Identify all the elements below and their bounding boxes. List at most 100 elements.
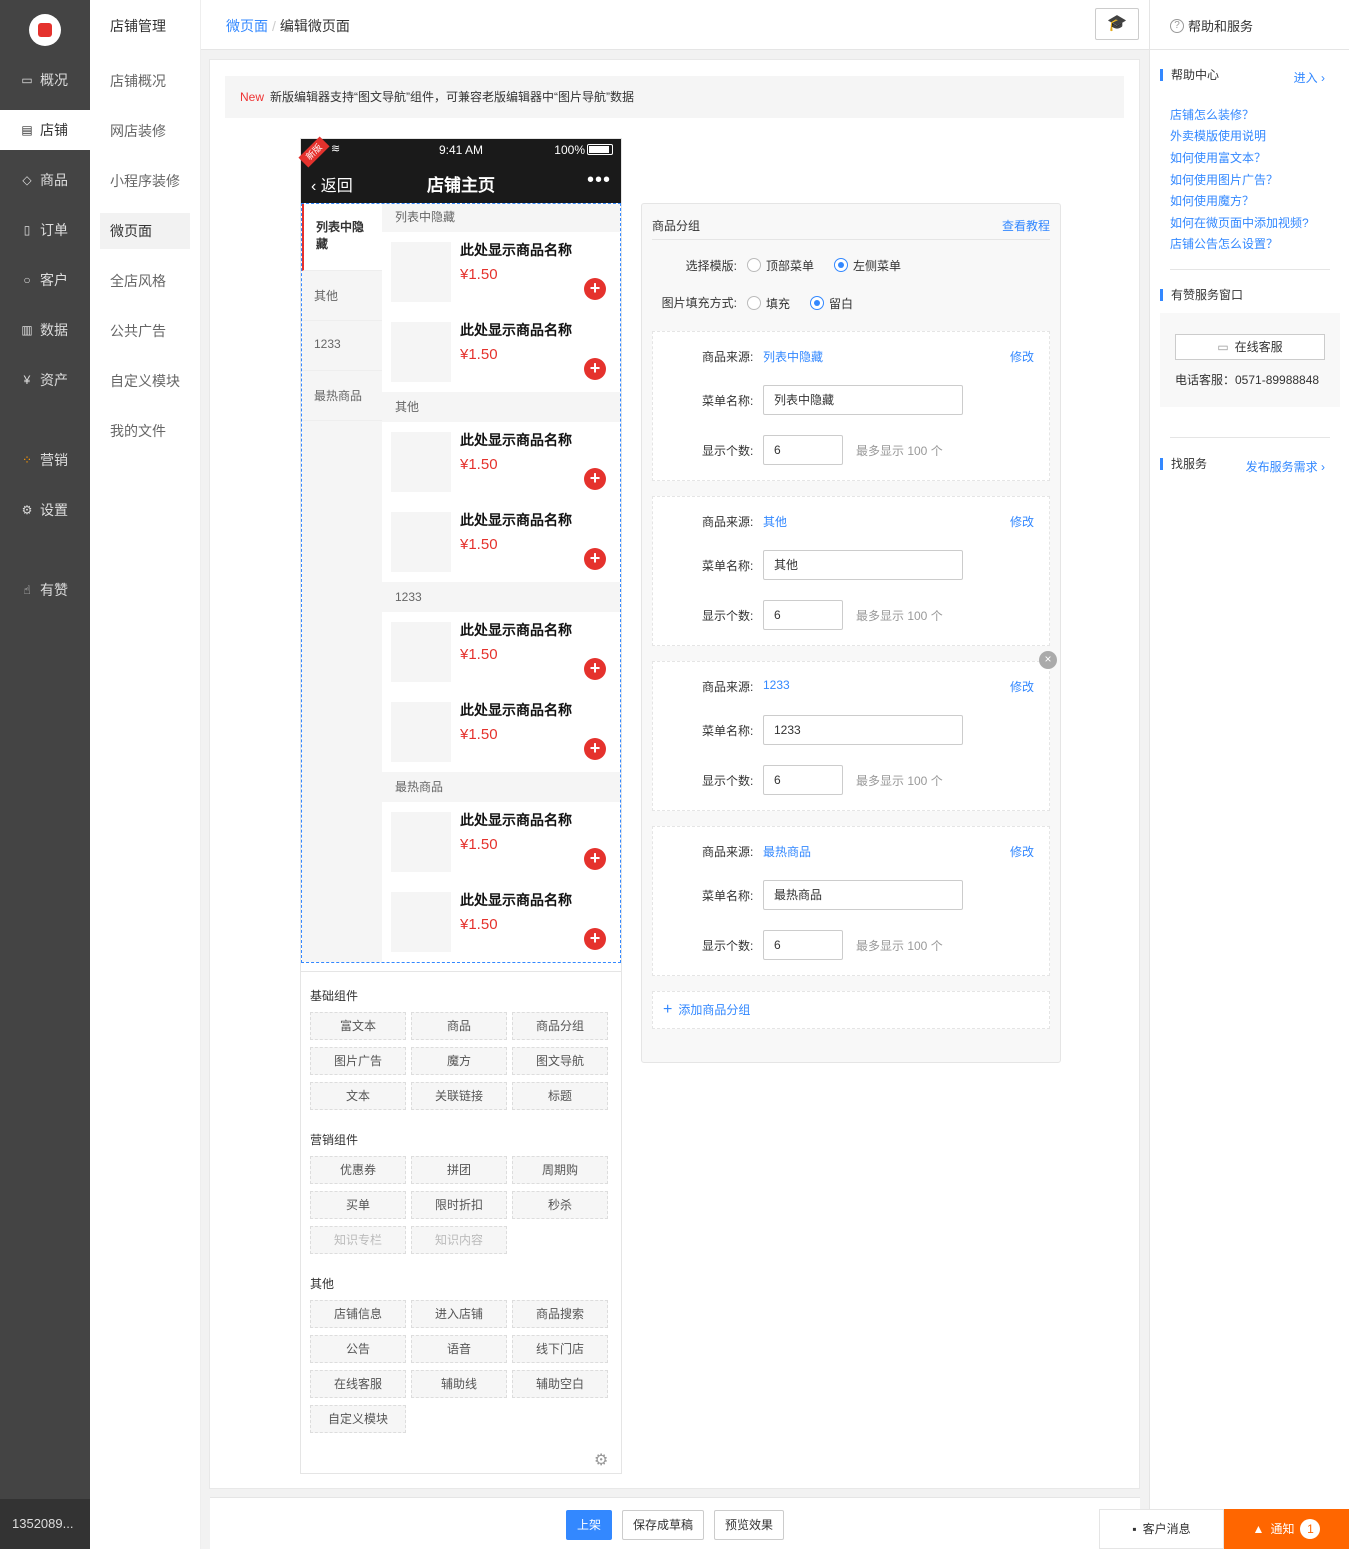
radio-fill[interactable] bbox=[747, 296, 761, 310]
product-card[interactable]: 此处显示商品名称 ¥1.50 + bbox=[382, 312, 620, 392]
sidebar-item-public-ads[interactable]: 公共广告 bbox=[100, 313, 190, 349]
edit-link[interactable]: 修改 bbox=[1010, 843, 1034, 860]
tutorial-link[interactable]: 查看教程 bbox=[1002, 217, 1050, 234]
edit-link[interactable]: 修改 bbox=[1010, 678, 1034, 695]
menu-name-input[interactable]: 1233 bbox=[763, 715, 963, 745]
nav-assets[interactable]: ¥ 资产 bbox=[0, 360, 90, 400]
help-link[interactable]: 如何在微页面中添加视频? bbox=[1170, 214, 1309, 231]
product-card[interactable]: 此处显示商品名称 ¥1.50 + bbox=[382, 692, 620, 772]
help-link[interactable]: 如何使用魔方？ bbox=[1170, 192, 1254, 209]
menu-name-input[interactable]: 其他 bbox=[763, 550, 963, 580]
sidebar-item-miniprogram[interactable]: 小程序装修 bbox=[100, 163, 190, 199]
publish-service-link[interactable]: 发布服务需求 › bbox=[1246, 458, 1325, 475]
add-to-cart-button[interactable]: + bbox=[584, 278, 606, 300]
add-group-button[interactable]: + 添加商品分组 bbox=[652, 991, 1050, 1029]
product-card[interactable]: 此处显示商品名称 ¥1.50 + bbox=[382, 612, 620, 692]
help-center-enter-link[interactable]: 进入 › bbox=[1294, 69, 1325, 86]
help-link[interactable]: 外卖模版使用说明 bbox=[1170, 127, 1266, 144]
nav-store[interactable]: ▤ 店铺 bbox=[0, 110, 90, 150]
component-button[interactable]: 商品搜索 bbox=[512, 1300, 608, 1328]
logo[interactable] bbox=[29, 14, 61, 46]
source-value[interactable]: 最热商品 bbox=[763, 843, 811, 860]
add-to-cart-button[interactable]: + bbox=[584, 928, 606, 950]
add-to-cart-button[interactable]: + bbox=[584, 358, 606, 380]
component-button[interactable]: 商品分组 bbox=[512, 1012, 608, 1040]
help-link[interactable]: 店铺怎么装修？ bbox=[1170, 106, 1254, 123]
component-button[interactable]: 标题 bbox=[512, 1082, 608, 1110]
sidebar-item-store-decoration[interactable]: 网店装修 bbox=[100, 113, 190, 149]
count-input[interactable]: 6 bbox=[763, 765, 843, 795]
close-icon[interactable]: × bbox=[1039, 651, 1057, 669]
component-button[interactable]: 关联链接 bbox=[411, 1082, 507, 1110]
component-button[interactable]: 拼团 bbox=[411, 1156, 507, 1184]
menu-name-input[interactable]: 列表中隐藏 bbox=[763, 385, 963, 415]
goods-group-preview[interactable]: 列表中隐藏 其他 1233 最热商品 列表中隐藏 此处显示商品名称 ¥1.50 + … bbox=[301, 203, 621, 963]
product-card[interactable]: 此处显示商品名称 ¥1.50 + bbox=[382, 802, 620, 882]
menu-name-input[interactable]: 最热商品 bbox=[763, 880, 963, 910]
source-value[interactable]: 其他 bbox=[763, 513, 787, 530]
component-button[interactable]: 秒杀 bbox=[512, 1191, 608, 1219]
category-item[interactable]: 列表中隐藏 bbox=[302, 204, 382, 271]
category-item[interactable]: 其他 bbox=[302, 271, 382, 321]
nav-customers[interactable]: ○ 客户 bbox=[0, 260, 90, 300]
online-service-button[interactable]: ▭ 在线客服 bbox=[1175, 334, 1325, 360]
tutorial-cap-button[interactable]: 🎓 bbox=[1095, 8, 1139, 40]
nav-youzan[interactable]: ☝ 有赞 bbox=[0, 570, 90, 610]
product-card[interactable]: 此处显示商品名称 ¥1.50 + bbox=[382, 232, 620, 312]
component-button[interactable]: 优惠券 bbox=[310, 1156, 406, 1184]
customer-messages-button[interactable]: ▪ 客户消息 bbox=[1099, 1509, 1224, 1549]
component-button[interactable]: 店铺信息 bbox=[310, 1300, 406, 1328]
product-card[interactable]: 此处显示商品名称 ¥1.50 + bbox=[382, 882, 620, 962]
sidebar-item-store-style[interactable]: 全店风格 bbox=[100, 263, 190, 299]
nav-goods[interactable]: ◇ 商品 bbox=[0, 160, 90, 200]
component-button[interactable]: 商品 bbox=[411, 1012, 507, 1040]
sidebar-item-my-files[interactable]: 我的文件 bbox=[100, 413, 190, 449]
notification-button[interactable]: ▲ 通知 1 bbox=[1224, 1509, 1349, 1549]
count-input[interactable]: 6 bbox=[763, 930, 843, 960]
component-button[interactable]: 辅助空白 bbox=[512, 1370, 608, 1398]
component-button[interactable]: 进入店铺 bbox=[411, 1300, 507, 1328]
save-draft-button[interactable]: 保存成草稿 bbox=[622, 1510, 704, 1540]
component-button[interactable]: 语音 bbox=[411, 1335, 507, 1363]
component-button[interactable]: 图文导航 bbox=[512, 1047, 608, 1075]
component-button[interactable]: 辅助线 bbox=[411, 1370, 507, 1398]
publish-button[interactable]: 上架 bbox=[566, 1510, 612, 1540]
source-value[interactable]: 列表中隐藏 bbox=[763, 348, 823, 365]
sidebar-item-store-overview[interactable]: 店铺概况 bbox=[100, 63, 190, 99]
gear-icon[interactable]: ⚙ bbox=[594, 1450, 608, 1470]
component-button[interactable]: 买单 bbox=[310, 1191, 406, 1219]
add-to-cart-button[interactable]: + bbox=[584, 738, 606, 760]
radio-top-menu[interactable] bbox=[747, 258, 761, 272]
component-button[interactable]: 自定义模块 bbox=[310, 1405, 406, 1433]
radio-blank[interactable] bbox=[810, 296, 824, 310]
nav-marketing[interactable]: ⁘ 营销 bbox=[0, 440, 90, 480]
add-to-cart-button[interactable]: + bbox=[584, 848, 606, 870]
sidebar-item-custom-module[interactable]: 自定义模块 bbox=[100, 363, 190, 399]
component-button[interactable]: 在线客服 bbox=[310, 1370, 406, 1398]
breadcrumb-link[interactable]: 微页面 bbox=[226, 18, 268, 34]
component-button[interactable]: 图片广告 bbox=[310, 1047, 406, 1075]
nav-settings[interactable]: ⚙ 设置 bbox=[0, 490, 90, 530]
component-button[interactable]: 公告 bbox=[310, 1335, 406, 1363]
component-button[interactable]: 限时折扣 bbox=[411, 1191, 507, 1219]
radio-left-menu[interactable] bbox=[834, 258, 848, 272]
count-input[interactable]: 6 bbox=[763, 435, 843, 465]
product-card[interactable]: 此处显示商品名称 ¥1.50 + bbox=[382, 422, 620, 502]
product-card[interactable]: 此处显示商品名称 ¥1.50 + bbox=[382, 502, 620, 582]
help-link[interactable]: 店铺公告怎么设置？ bbox=[1170, 235, 1278, 252]
preview-button[interactable]: 预览效果 bbox=[714, 1510, 784, 1540]
component-button[interactable]: 魔方 bbox=[411, 1047, 507, 1075]
edit-link[interactable]: 修改 bbox=[1010, 513, 1034, 530]
more-icon[interactable]: ••• bbox=[587, 169, 611, 192]
nav-data[interactable]: ▥ 数据 bbox=[0, 310, 90, 350]
sidebar-item-micro-page[interactable]: 微页面 bbox=[100, 213, 190, 249]
category-item[interactable]: 最热商品 bbox=[302, 371, 382, 421]
add-to-cart-button[interactable]: + bbox=[584, 548, 606, 570]
component-button[interactable]: 线下门店 bbox=[512, 1335, 608, 1363]
nav-overview[interactable]: ▭ 概况 bbox=[0, 60, 90, 100]
add-to-cart-button[interactable]: + bbox=[584, 468, 606, 490]
component-button[interactable]: 富文本 bbox=[310, 1012, 406, 1040]
help-link[interactable]: 如何使用富文本？ bbox=[1170, 149, 1266, 166]
component-button[interactable]: 周期购 bbox=[512, 1156, 608, 1184]
category-item[interactable]: 1233 bbox=[302, 321, 382, 371]
